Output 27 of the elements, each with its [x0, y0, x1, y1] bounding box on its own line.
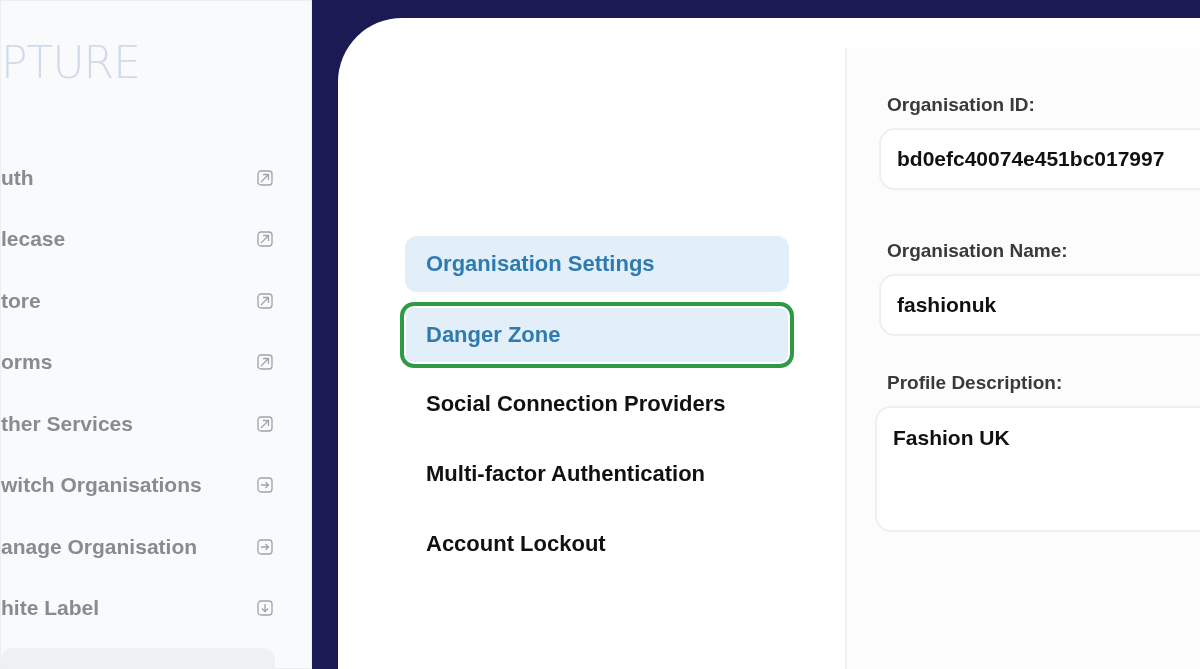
- external-link-icon: [257, 292, 273, 309]
- settings-menu-item[interactable]: Multi-factor Authentication: [405, 446, 789, 502]
- external-link-icon: [257, 415, 273, 432]
- settings-menu-item[interactable]: Danger Zone: [400, 302, 794, 368]
- sidebar-item[interactable]: tore: [1, 270, 311, 332]
- sidebar-item[interactable]: ther Services: [1, 393, 311, 455]
- sidebar-item[interactable]: orms: [1, 331, 311, 393]
- sidebar-item[interactable]: lecase: [1, 208, 311, 270]
- settings-menu-item[interactable]: Social Connection Providers: [405, 376, 789, 432]
- external-link-icon: [257, 169, 273, 186]
- sidebar-item[interactable]: uth: [1, 147, 311, 209]
- field-label: Organisation Name:: [887, 240, 1069, 262]
- external-link-icon: [257, 354, 273, 371]
- external-link-icon: [257, 231, 273, 248]
- input-field[interactable]: fashionuk: [879, 274, 1200, 336]
- sidebar-item[interactable]: anage Organisation: [1, 516, 311, 578]
- sidebar-item[interactable]: hite Label: [1, 577, 311, 639]
- textarea-field[interactable]: Fashion UK: [875, 406, 1200, 532]
- arrow-right-icon: [257, 477, 273, 494]
- input-field[interactable]: bd0efc40074e451bc017997: [879, 128, 1200, 190]
- sidebar-item[interactable]: witch Organisations: [1, 454, 311, 516]
- field-label: Organisation ID:: [887, 94, 1036, 116]
- settings-menu-item[interactable]: Account Lockout: [405, 516, 789, 572]
- arrow-right-icon: [257, 538, 273, 555]
- arrow-down-icon: [257, 600, 273, 617]
- field-label: Profile Description:: [887, 372, 1064, 394]
- settings-menu-item[interactable]: Organisation Settings: [405, 236, 789, 292]
